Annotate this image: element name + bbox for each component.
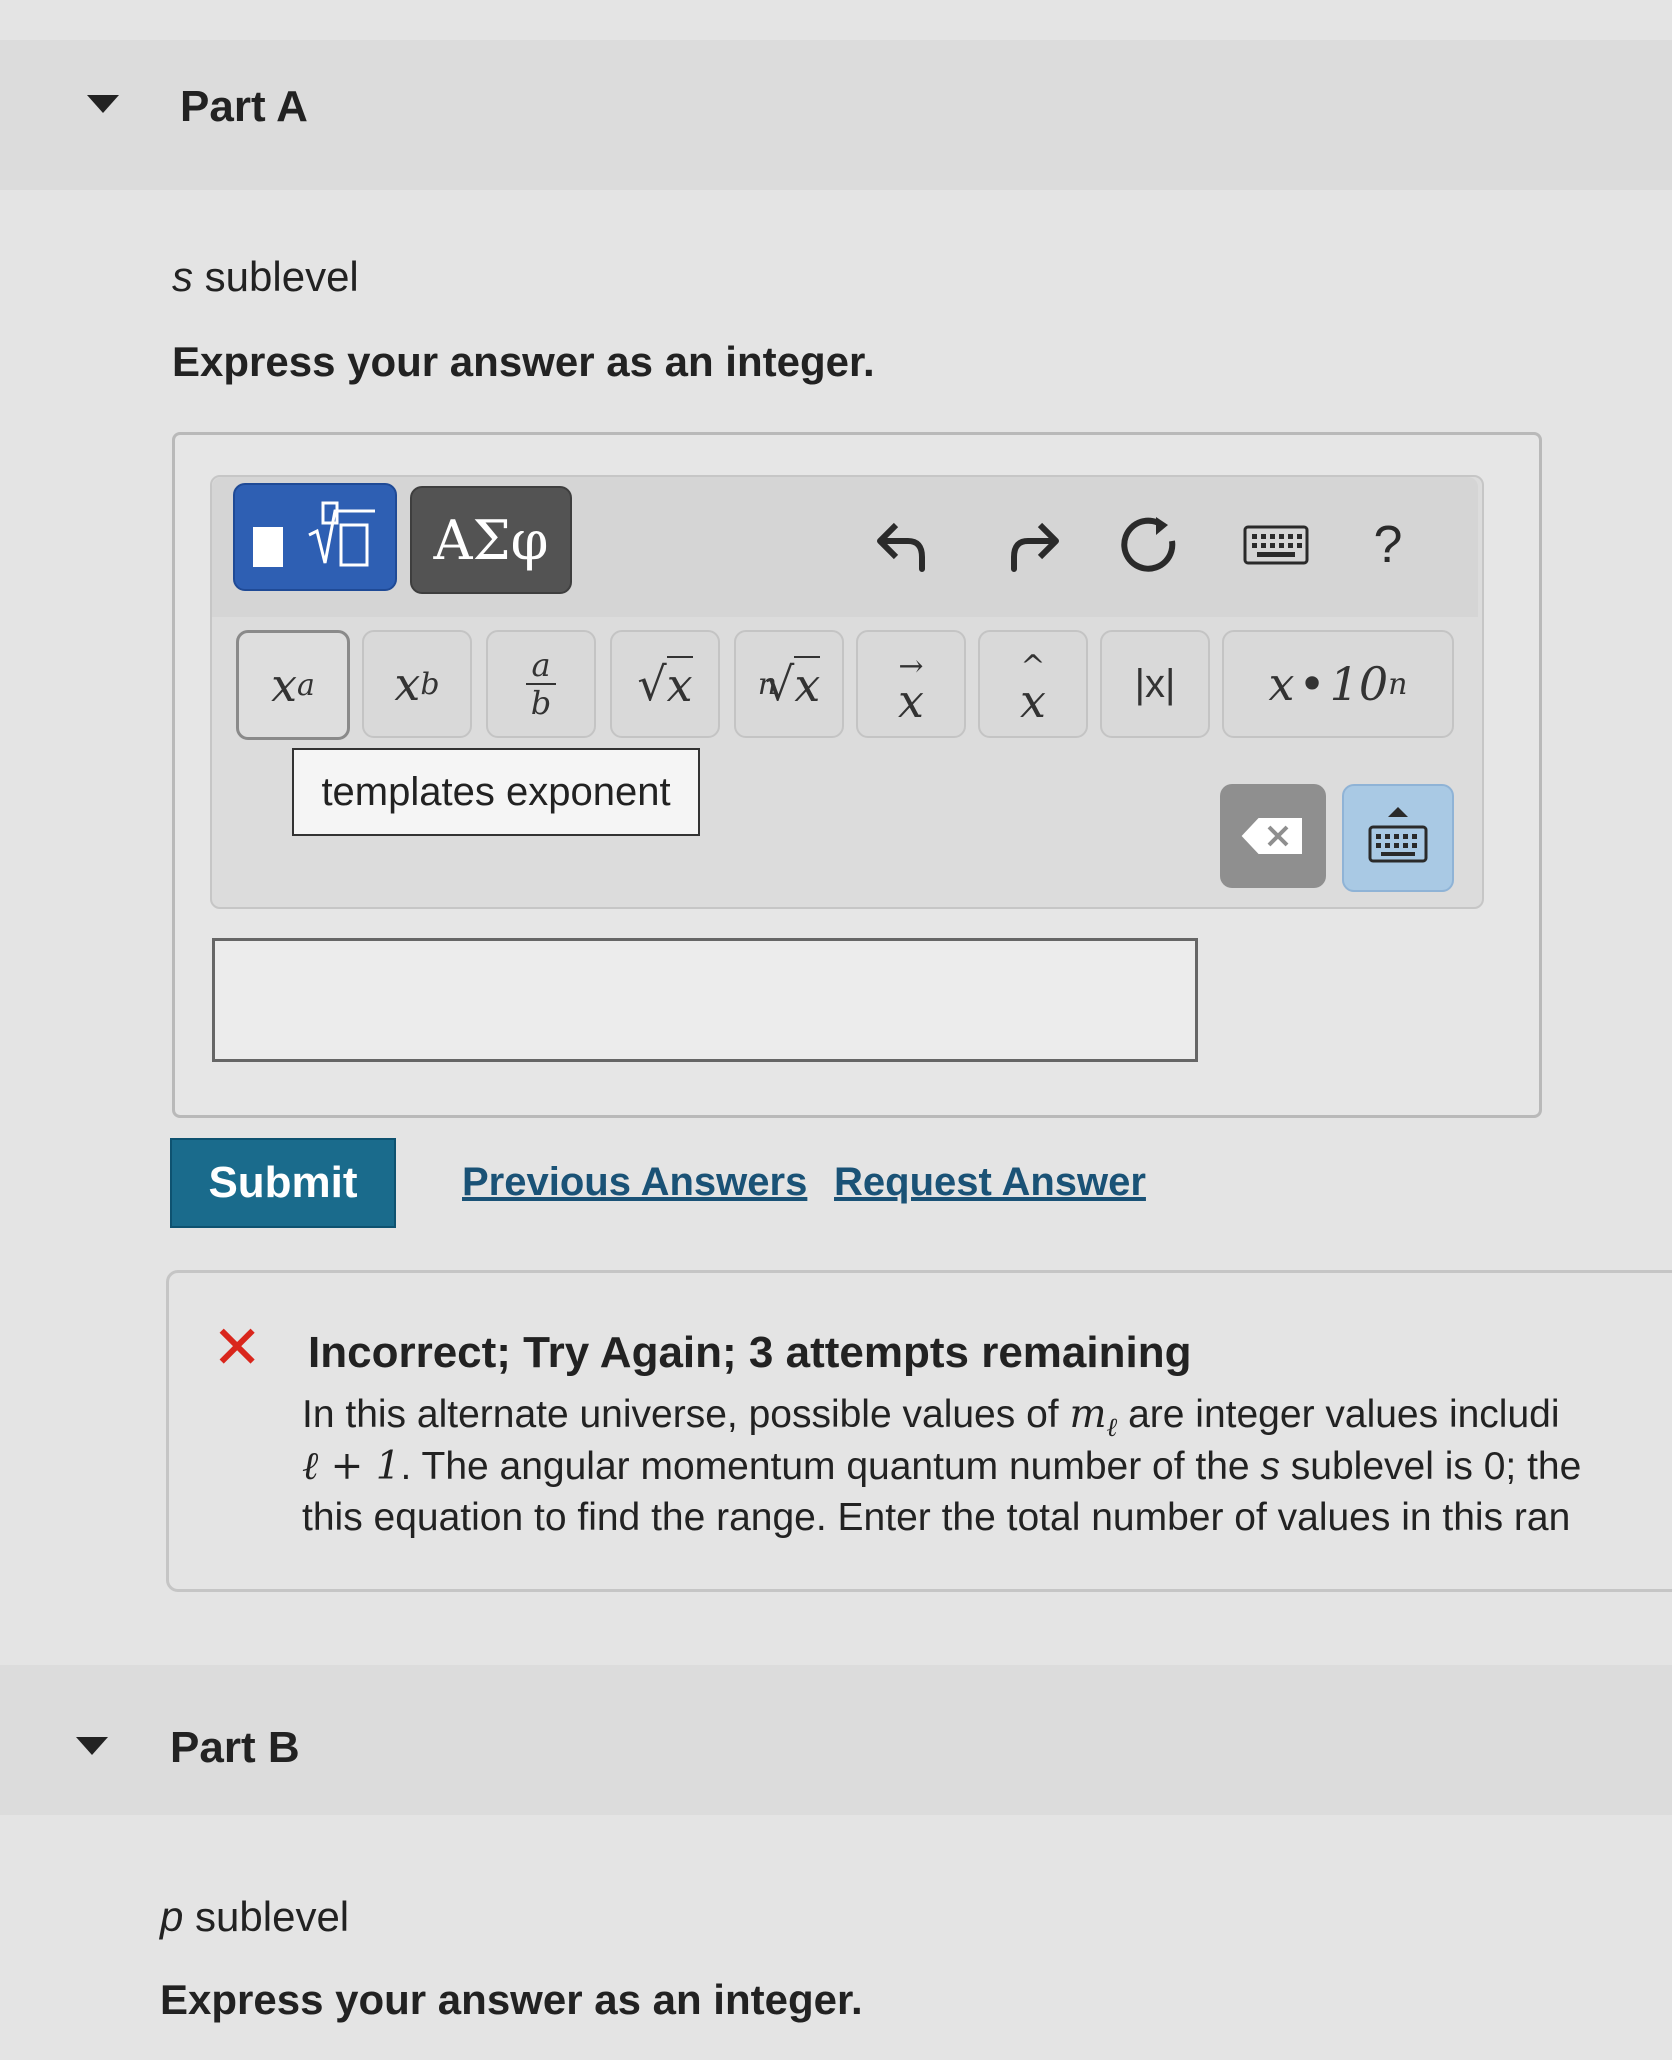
part-a-instruction: Express your answer as an integer.	[172, 338, 875, 385]
answer-input[interactable]	[212, 938, 1198, 1062]
sublevel-letter: s	[172, 253, 193, 300]
template-subscript-button[interactable]: xb	[362, 630, 472, 738]
help-button[interactable]: ?	[1348, 505, 1428, 585]
symbols-tab[interactable]: ΑΣφ	[410, 486, 572, 594]
templates-icon	[253, 501, 375, 567]
template-tooltip: templates exponent	[292, 748, 700, 836]
template-absolute-value-button[interactable]: |x|	[1100, 630, 1210, 738]
templates-tab[interactable]	[233, 483, 397, 591]
feedback-line-3: this equation to find the range. Enter t…	[302, 1496, 1571, 1539]
part-b-title: Part B	[170, 1723, 300, 1772]
part-b-instruction: Express your answer as an integer.	[160, 1976, 863, 2023]
template-sqrt-button[interactable]: √ x	[610, 630, 720, 738]
backspace-button[interactable]	[1220, 784, 1326, 888]
part-a-title: Part A	[180, 82, 308, 131]
submit-button[interactable]: Submit	[170, 1138, 396, 1228]
template-fraction-button[interactable]: ab	[486, 630, 596, 738]
x-mark-icon: ✕	[212, 1314, 263, 1381]
previous-answers-link[interactable]: Previous Answers	[462, 1160, 807, 1205]
collapse-caret-icon[interactable]	[76, 1737, 108, 1755]
template-vector-button[interactable]: → x	[856, 630, 966, 738]
part-b-sublevel: p sublevel	[160, 1893, 349, 1941]
request-answer-link[interactable]: Request Answer	[834, 1160, 1146, 1205]
keyboard-toggle-button[interactable]	[1342, 784, 1454, 892]
backspace-icon	[1241, 818, 1302, 854]
reset-icon[interactable]	[1110, 505, 1190, 585]
collapse-caret-icon[interactable]	[87, 95, 119, 113]
part-a-sublevel: s sublevel	[172, 253, 359, 301]
feedback-line-2: ℓ + 1. The angular momentum quantum numb…	[302, 1444, 1582, 1489]
keyboard-icon[interactable]	[1236, 505, 1316, 585]
sublevel-word: sublevel	[195, 1893, 350, 1940]
template-scientific-notation-button[interactable]: x • 10 n	[1222, 630, 1454, 738]
undo-icon[interactable]	[866, 505, 946, 585]
keyboard-toggle-icon	[1368, 807, 1428, 863]
feedback-title: Incorrect; Try Again; 3 attempts remaini…	[308, 1328, 1192, 1377]
template-nthroot-button[interactable]: n √ x	[734, 630, 844, 738]
sublevel-word: sublevel	[204, 253, 359, 300]
template-exponent-button[interactable]: xa	[236, 630, 350, 740]
redo-icon[interactable]	[990, 505, 1070, 585]
template-unit-vector-button[interactable]: ^ x	[978, 630, 1088, 738]
sublevel-letter: p	[160, 1893, 184, 1940]
feedback-line-1: In this alternate universe, possible val…	[302, 1392, 1560, 1443]
